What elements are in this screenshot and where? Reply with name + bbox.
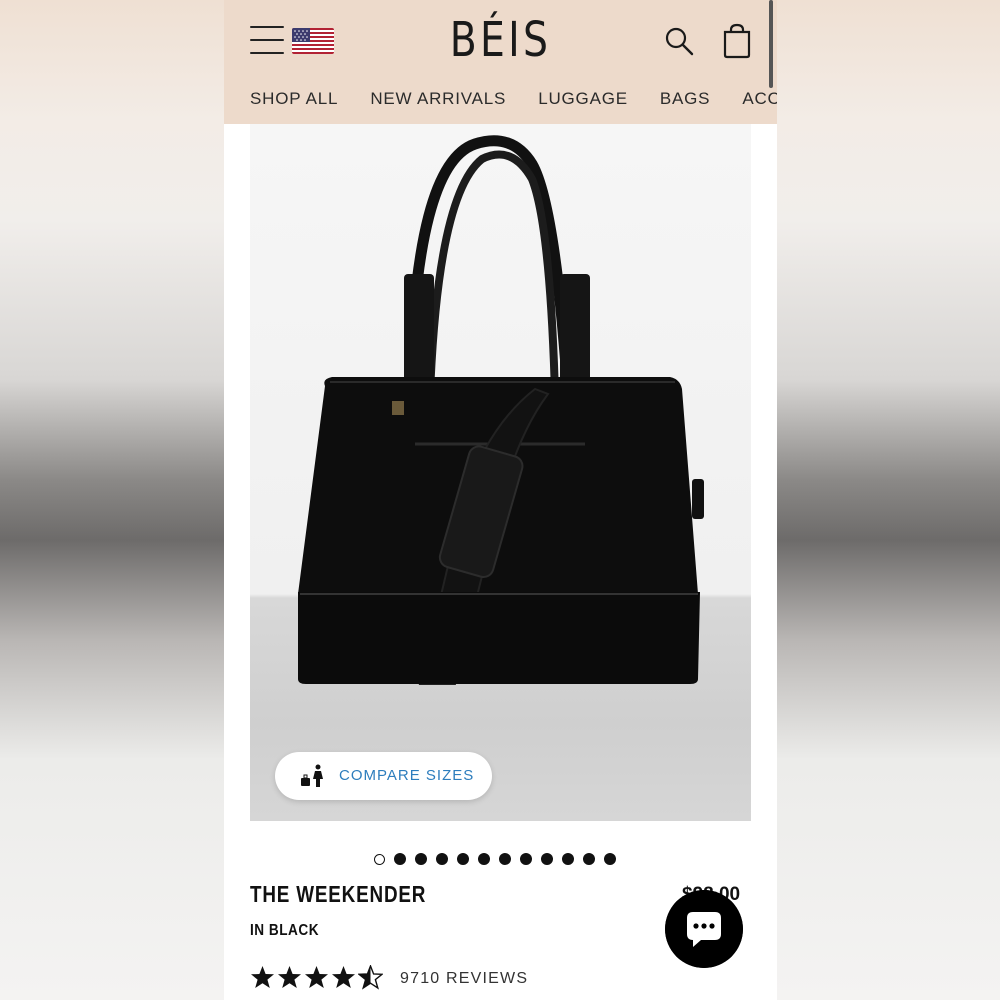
carousel-dot[interactable] bbox=[374, 854, 385, 865]
size-compare-icon bbox=[301, 764, 323, 787]
star-icon bbox=[332, 966, 355, 988]
carousel-dot[interactable] bbox=[394, 853, 406, 865]
nav-luggage[interactable]: LUGGAGE bbox=[538, 86, 628, 112]
carousel-dot[interactable] bbox=[604, 853, 616, 865]
carousel-dot[interactable] bbox=[436, 853, 448, 865]
carousel-dot[interactable] bbox=[499, 853, 511, 865]
nav-shop-all[interactable]: SHOP ALL bbox=[250, 86, 338, 112]
carousel-dot[interactable] bbox=[457, 853, 469, 865]
carousel-dot[interactable] bbox=[541, 853, 553, 865]
carousel-dot[interactable] bbox=[478, 853, 490, 865]
star-icon bbox=[305, 966, 328, 988]
brand-logo[interactable]: BÉIS bbox=[274, 10, 727, 70]
search-icon[interactable] bbox=[662, 24, 696, 58]
cart-icon[interactable] bbox=[720, 22, 754, 60]
nav-bags[interactable]: BAGS bbox=[660, 86, 710, 112]
carousel-dot[interactable] bbox=[415, 853, 427, 865]
site-header: BÉIS SHOP ALL NEW ARRIVALS LUGGAGE BAGS … bbox=[224, 0, 777, 124]
nav-new-arrivals[interactable]: NEW ARRIVALS bbox=[370, 86, 506, 112]
chat-icon[interactable] bbox=[665, 890, 743, 968]
compare-sizes-button[interactable]: COMPARE SIZES bbox=[275, 752, 492, 800]
mobile-page: BÉIS SHOP ALL NEW ARRIVALS LUGGAGE BAGS … bbox=[224, 0, 777, 1000]
carousel-pagination bbox=[374, 853, 616, 867]
product-title: THE WEEKENDER bbox=[250, 881, 427, 907]
nav-accessories[interactable]: ACCESSORIES bbox=[742, 86, 777, 112]
product-image[interactable] bbox=[250, 124, 751, 821]
carousel-dot[interactable] bbox=[562, 853, 574, 865]
reviews-link[interactable]: 9710 REVIEWS bbox=[400, 970, 528, 988]
compare-sizes-label: COMPARE SIZES bbox=[339, 767, 475, 784]
weekender-bag-illustration bbox=[298, 135, 704, 685]
carousel-dot[interactable] bbox=[583, 853, 595, 865]
category-nav: SHOP ALL NEW ARRIVALS LUGGAGE BAGS ACCES… bbox=[250, 86, 777, 112]
product-color: IN BLACK bbox=[250, 922, 320, 939]
star-icon bbox=[358, 965, 383, 990]
star-icon bbox=[251, 966, 274, 988]
scrollbar[interactable] bbox=[769, 0, 773, 88]
rating-stars[interactable] bbox=[250, 965, 383, 990]
carousel-dot[interactable] bbox=[520, 853, 532, 865]
star-icon bbox=[278, 966, 301, 988]
